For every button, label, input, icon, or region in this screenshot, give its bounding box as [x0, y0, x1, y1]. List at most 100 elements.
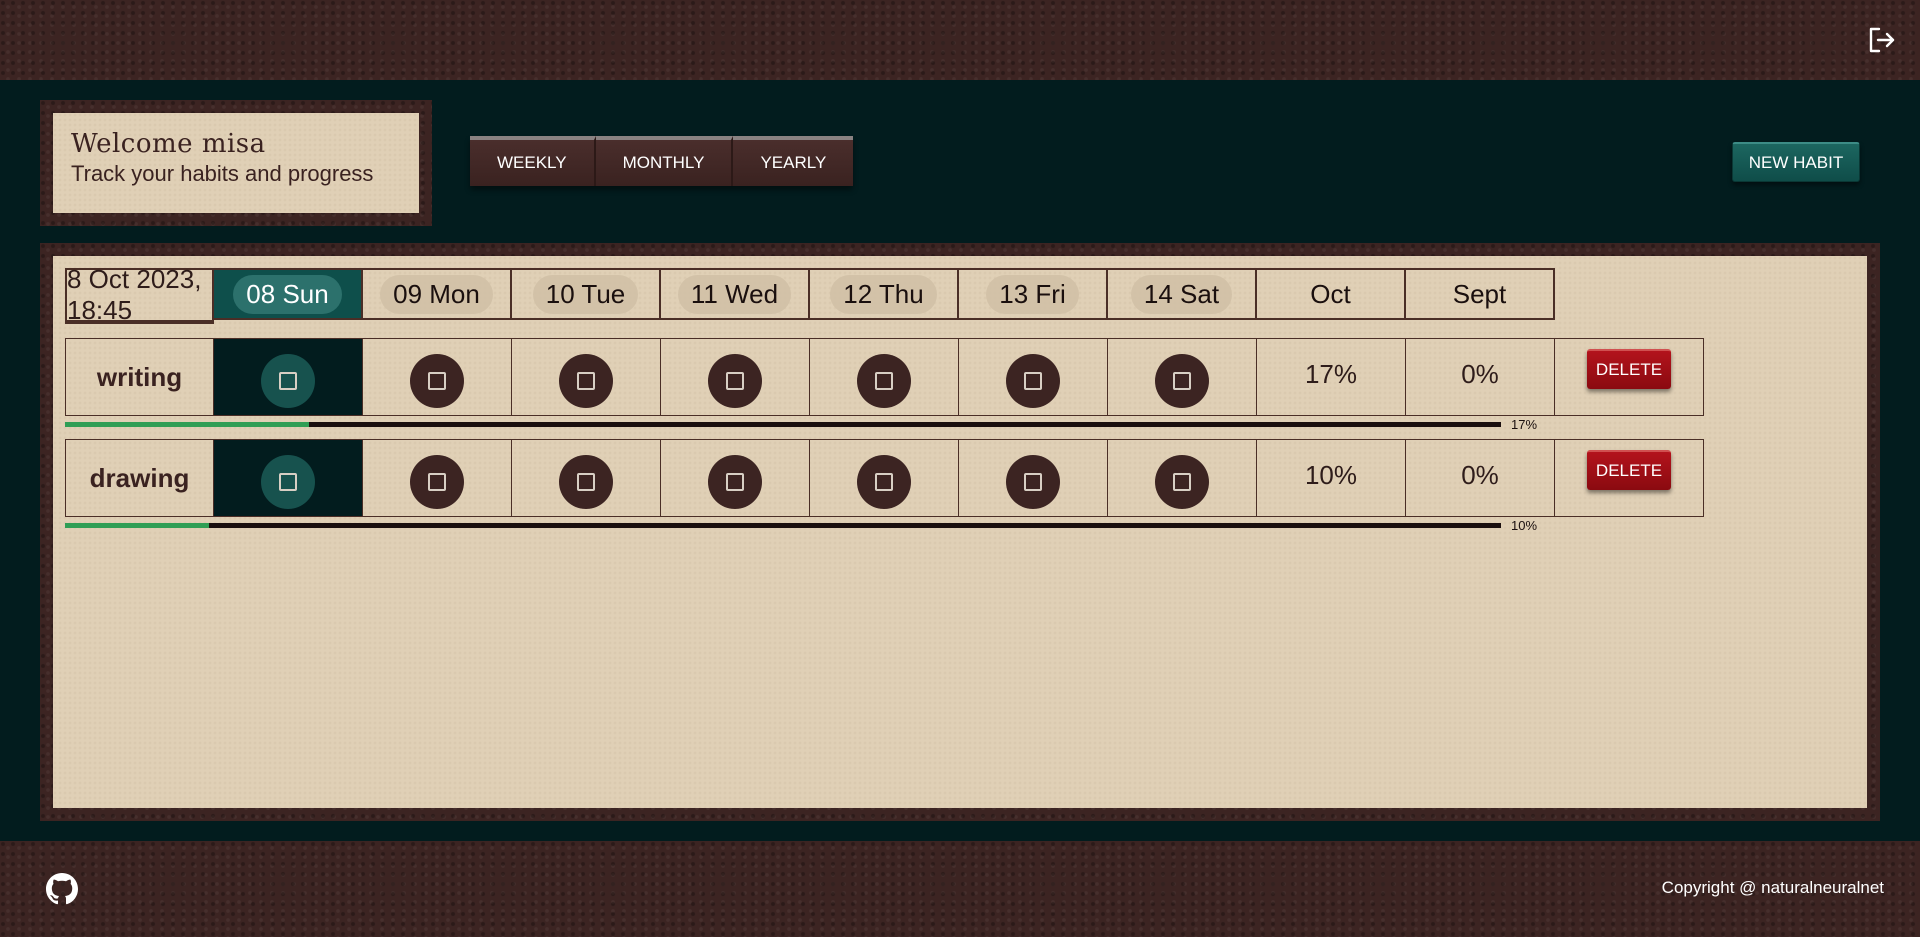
habit-board-frame: 8 Oct 2023, 18:45 08 Sun 09 Mon 10 Tue 1… — [40, 243, 1880, 821]
delete-button[interactable]: DELETE — [1586, 349, 1672, 389]
checkbox-button[interactable] — [559, 354, 613, 408]
github-icon[interactable] — [46, 873, 78, 905]
oct-percent: 10% — [1304, 459, 1358, 490]
checkbox-icon — [279, 473, 297, 491]
habit-board: 8 Oct 2023, 18:45 08 Sun 09 Mon 10 Tue 1… — [53, 256, 1867, 808]
habit-row: writing 17% 0% DELETE — [65, 338, 1704, 416]
welcome-frame: Welcome misa Track your habits and progr… — [40, 100, 432, 226]
progress-label: 17% — [1511, 417, 1538, 432]
progress-track — [65, 523, 1501, 528]
day-header-tue: 10 Tue — [512, 268, 661, 320]
logout-icon[interactable] — [1864, 24, 1900, 56]
day-header-sun: 08 Sun — [214, 268, 363, 320]
habit-progress: 17% — [65, 417, 1537, 432]
checkbox-button[interactable] — [410, 455, 464, 509]
yearly-button[interactable]: YEARLY — [733, 136, 854, 186]
day-header-fri: 13 Fri — [959, 268, 1108, 320]
habit-row: drawing 10% 0% DELETE — [65, 439, 1704, 517]
day-label: 11 Wed — [677, 274, 792, 314]
day-cell — [661, 338, 810, 416]
day-cell — [214, 338, 363, 416]
sept-percent: 0% — [1461, 358, 1499, 389]
checkbox-button[interactable] — [410, 354, 464, 408]
day-cell — [810, 439, 959, 517]
delete-cell: DELETE — [1555, 439, 1704, 517]
welcome-card: Welcome misa Track your habits and progr… — [53, 113, 419, 213]
day-cell — [1108, 338, 1257, 416]
checkbox-button[interactable] — [261, 455, 315, 509]
sept-percent: 0% — [1461, 459, 1499, 490]
habit-name: writing — [65, 338, 214, 416]
day-label: 08 Sun — [233, 274, 342, 314]
delete-button[interactable]: DELETE — [1586, 450, 1672, 490]
day-cell — [363, 338, 512, 416]
checkbox-button[interactable] — [559, 455, 613, 509]
checkbox-icon — [577, 473, 595, 491]
month-header-oct: Oct — [1257, 268, 1406, 320]
day-cell — [959, 439, 1108, 517]
month-cell-oct: 10% — [1257, 439, 1406, 517]
checkbox-icon — [726, 473, 744, 491]
weekly-button[interactable]: WEEKLY — [470, 136, 596, 186]
day-cell — [363, 439, 512, 517]
day-header-mon: 09 Mon — [363, 268, 512, 320]
day-label: 14 Sat — [1130, 274, 1233, 314]
copyright-text: Copyright @ naturalneuralnet — [1661, 878, 1884, 897]
top-bar — [0, 0, 1920, 80]
checkbox-button[interactable] — [708, 354, 762, 408]
welcome-title: Welcome misa — [71, 129, 266, 159]
checkbox-button[interactable] — [1006, 354, 1060, 408]
header-row: 8 Oct 2023, 18:45 08 Sun 09 Mon 10 Tue 1… — [65, 264, 1555, 325]
checkbox-button[interactable] — [857, 354, 911, 408]
month-cell-sept: 0% — [1406, 338, 1555, 416]
checkbox-icon — [1024, 473, 1042, 491]
day-header-sat: 14 Sat — [1108, 268, 1257, 320]
habit-name: drawing — [65, 439, 214, 517]
delete-cell: DELETE — [1555, 338, 1704, 416]
checkbox-button[interactable] — [1006, 455, 1060, 509]
new-habit-button[interactable]: NEW HABIT — [1732, 142, 1860, 182]
checkbox-icon — [875, 372, 893, 390]
checkbox-icon — [279, 372, 297, 390]
checkbox-icon — [428, 473, 446, 491]
day-header-wed: 11 Wed — [661, 268, 810, 320]
welcome-subtitle: Track your habits and progress — [71, 161, 374, 186]
progress-track — [65, 422, 1501, 427]
day-label: 12 Thu — [830, 274, 937, 314]
month-header-sept: Sept — [1406, 268, 1555, 320]
checkbox-button[interactable] — [1155, 354, 1209, 408]
habit-progress: 10% — [65, 518, 1537, 533]
month-cell-oct: 17% — [1257, 338, 1406, 416]
checkbox-icon — [726, 372, 744, 390]
oct-percent: 17% — [1304, 358, 1358, 389]
checkbox-icon — [1024, 372, 1042, 390]
checkbox-button[interactable] — [708, 455, 762, 509]
current-datetime: 8 Oct 2023, 18:45 — [65, 264, 214, 325]
checkbox-button[interactable] — [857, 455, 911, 509]
day-label: 09 Mon — [380, 274, 493, 314]
day-cell — [959, 338, 1108, 416]
monthly-button[interactable]: MONTHLY — [595, 136, 734, 186]
view-switcher: WEEKLY MONTHLY YEARLY — [470, 136, 854, 186]
day-cell — [810, 338, 959, 416]
checkbox-icon — [428, 372, 446, 390]
checkbox-icon — [875, 473, 893, 491]
progress-label: 10% — [1511, 518, 1538, 533]
day-label: 13 Fri — [986, 274, 1079, 314]
checkbox-icon — [577, 372, 595, 390]
day-cell — [1108, 439, 1257, 517]
day-label: 10 Tue — [532, 274, 639, 314]
day-cell — [214, 439, 363, 517]
day-cell — [661, 439, 810, 517]
day-header-thu: 12 Thu — [810, 268, 959, 320]
checkbox-button[interactable] — [261, 354, 315, 408]
day-cell — [512, 439, 661, 517]
day-cell — [512, 338, 661, 416]
footer: Copyright @ naturalneuralnet — [0, 841, 1920, 937]
progress-fill — [65, 422, 310, 427]
progress-fill — [65, 523, 209, 528]
checkbox-icon — [1173, 372, 1191, 390]
checkbox-icon — [1173, 473, 1191, 491]
checkbox-button[interactable] — [1155, 455, 1209, 509]
month-cell-sept: 0% — [1406, 439, 1555, 517]
